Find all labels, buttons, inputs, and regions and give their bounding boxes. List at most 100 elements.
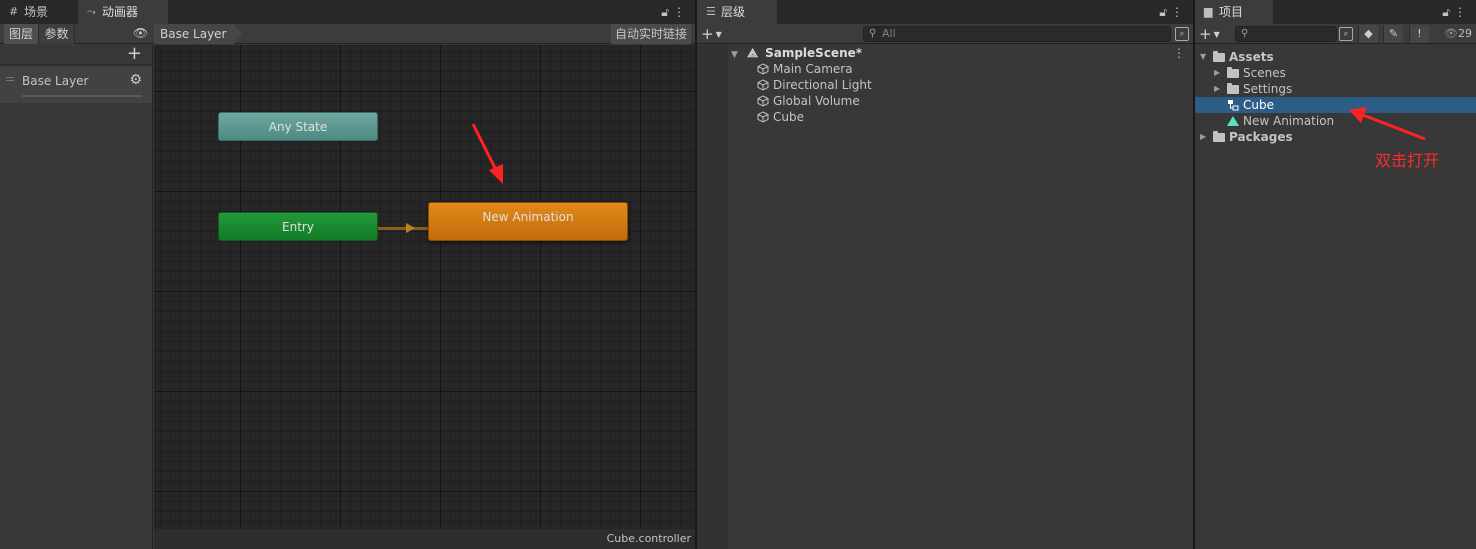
list-item[interactable]: Global Volume xyxy=(757,93,860,109)
folder-open-icon xyxy=(1213,51,1225,62)
tab-animator[interactable]: ⤳ 动画器 xyxy=(78,0,168,24)
tree-item-label: Packages xyxy=(1229,130,1293,144)
expand-arrow-icon[interactable]: ▼ xyxy=(731,47,743,63)
layer-item-base[interactable]: Base Layer ⚙ xyxy=(0,67,152,103)
project-toolbar: + ▼ ⚲ ⌕ ◆ ✎ ! 👁︎29 xyxy=(1195,24,1476,44)
hierarchy-window: ☰ 层级 🔓︎ ⋮ + ▼ ⚲ All ⌕ ▼ ⟁ SampleScene* ⋮ … xyxy=(697,0,1193,549)
layer-name: Base Layer xyxy=(22,74,89,88)
state-graph[interactable]: Any State Entry New Animation xyxy=(154,45,695,529)
warning-icon[interactable]: ! xyxy=(1409,25,1429,43)
create-button[interactable]: + ▼ xyxy=(701,24,722,44)
filter-by-type-icon[interactable]: ◆ xyxy=(1358,25,1378,43)
tree-item-content: Assets xyxy=(1213,49,1274,65)
layers-panel: + Base Layer ⚙ xyxy=(0,43,153,549)
lock-icon[interactable]: 🔓︎ xyxy=(1159,0,1167,24)
tree-item-label: New Animation xyxy=(1243,114,1335,128)
arrow-head-icon xyxy=(406,223,415,233)
eye-icon: 👁︎ xyxy=(1444,27,1458,40)
drag-handle-icon[interactable] xyxy=(6,77,14,81)
tree-item-label: Cube xyxy=(1243,98,1274,112)
gameobject-icon xyxy=(757,95,769,107)
kebab-menu-icon[interactable]: ⋮ xyxy=(673,0,685,24)
collapse-arrow-icon[interactable]: ▶ xyxy=(1214,65,1220,81)
animator-controller-icon xyxy=(1228,100,1239,111)
list-item[interactable]: Cube xyxy=(757,109,804,125)
annotation-arrow-down xyxy=(471,123,503,184)
unity-scene-icon: ⟁ xyxy=(747,46,758,60)
annotation-text: 双击打开 xyxy=(1375,151,1440,170)
tab-hierarchy-label: 层级 xyxy=(721,5,746,19)
search-icon: ⚲ xyxy=(869,28,877,39)
list-item[interactable]: Main Camera xyxy=(757,61,853,77)
hierarchy-item-label: Directional Light xyxy=(773,78,872,92)
tab-scene[interactable]: # 场景 xyxy=(0,0,78,24)
tab-project-label: 项目 xyxy=(1219,5,1244,19)
project-window: ▆ 项目 🔓︎ ⋮ + ▼ ⚲ ⌕ ◆ ✎ ! 👁︎29 ▼ Assets ▶ S… xyxy=(1195,0,1476,549)
animation-clip-icon xyxy=(1227,116,1239,126)
breadcrumb[interactable]: Base Layer xyxy=(154,24,243,44)
folder-icon: ▆ xyxy=(1204,5,1213,18)
hierarchy-item-label: Global Volume xyxy=(773,94,860,108)
hierarchy-search-input[interactable]: ⚲ All xyxy=(863,26,1171,42)
tree-item-label: Settings xyxy=(1243,82,1293,96)
search-icon: ⚲ xyxy=(1241,28,1249,39)
expand-arrow-icon[interactable]: ▼ xyxy=(1200,49,1206,65)
layer-weight-bar xyxy=(22,95,142,97)
tab-project[interactable]: ▆ 项目 xyxy=(1195,0,1273,24)
tab-hierarchy[interactable]: ☰ 层级 xyxy=(697,0,777,24)
tab-animator-label: 动画器 xyxy=(102,5,139,19)
animator-footer: Cube.controller xyxy=(154,529,695,549)
tree-item-content: New Animation xyxy=(1227,113,1334,129)
hierarchy-tab-bar: ☰ 层级 🔓︎ ⋮ xyxy=(697,0,1193,24)
create-asset-button[interactable]: + ▼ xyxy=(1199,24,1220,44)
eye-icon[interactable]: 👁︎ xyxy=(133,26,148,40)
animator-tab-bar: # 场景 ⤳ 动画器 🔓︎ ⋮ xyxy=(0,0,695,24)
scene-name: SampleScene* xyxy=(765,46,863,60)
search-placeholder: All xyxy=(882,27,896,40)
kebab-menu-icon[interactable]: ⋮ xyxy=(1454,0,1466,24)
tree-item-assets[interactable]: ▼ Assets xyxy=(1195,49,1476,65)
collapse-arrow-icon[interactable]: ▶ xyxy=(1214,81,1220,97)
gameobject-icon xyxy=(757,111,769,123)
grid-icon: # xyxy=(9,5,19,18)
chevron-down-icon: ▼ xyxy=(715,30,722,39)
tree-item-content: Cube xyxy=(1227,97,1274,113)
add-layer-icon[interactable]: + xyxy=(127,43,142,64)
gameobject-icon xyxy=(757,79,769,91)
scene-row[interactable]: ▼ ⟁ SampleScene* xyxy=(731,45,862,61)
hierarchy-item-label: Cube xyxy=(773,110,804,124)
layers-tab-button[interactable]: 图层 xyxy=(4,24,39,44)
list-item[interactable]: Directional Light xyxy=(757,77,872,93)
tree-item-label: Scenes xyxy=(1243,66,1286,80)
animator-toolbar: 图层 参数 👁︎ Base Layer 自动实时链接 xyxy=(0,24,695,44)
tree-item-settings[interactable]: ▶ Settings xyxy=(1195,81,1476,97)
entry-node[interactable]: Entry xyxy=(218,212,378,241)
tab-scene-label: 场景 xyxy=(24,5,49,19)
any-state-node[interactable]: Any State xyxy=(218,112,378,141)
default-transition[interactable] xyxy=(378,223,428,233)
lock-icon[interactable]: 🔓︎ xyxy=(661,0,669,24)
gear-icon[interactable]: ⚙ xyxy=(129,72,142,88)
tree-item-cube-controller[interactable]: Cube xyxy=(1195,97,1476,113)
parameters-tab-button[interactable]: 参数 xyxy=(39,24,75,44)
chevron-down-icon: ▼ xyxy=(1213,30,1220,39)
visible-count[interactable]: 👁︎29 xyxy=(1444,25,1472,43)
count-value: 29 xyxy=(1458,27,1472,40)
hierarchy-item-label: Main Camera xyxy=(773,62,853,76)
tree-item-label: Assets xyxy=(1229,50,1274,64)
tree-item-content: Packages xyxy=(1213,129,1293,145)
layers-add-row: + xyxy=(0,43,152,65)
search-options-icon[interactable]: ⌕ xyxy=(1339,27,1353,41)
auto-live-link-button[interactable]: 自动实时链接 xyxy=(610,24,691,44)
tree-item-scenes[interactable]: ▶ Scenes xyxy=(1195,65,1476,81)
new-animation-state-node[interactable]: New Animation xyxy=(428,202,628,241)
tree-item-packages[interactable]: ▶ Packages xyxy=(1195,129,1476,145)
search-options-icon[interactable]: ⌕ xyxy=(1175,27,1189,41)
tree-item-new-animation[interactable]: New Animation xyxy=(1195,113,1476,129)
collapse-arrow-icon[interactable]: ▶ xyxy=(1200,129,1206,145)
kebab-menu-icon[interactable]: ⋮ xyxy=(1171,0,1183,24)
lock-icon[interactable]: 🔓︎ xyxy=(1442,0,1450,24)
project-search-input[interactable]: ⚲ xyxy=(1235,26,1337,42)
scene-kebab-icon[interactable]: ⋮ xyxy=(1173,46,1185,60)
filter-by-label-icon[interactable]: ✎ xyxy=(1383,25,1403,43)
